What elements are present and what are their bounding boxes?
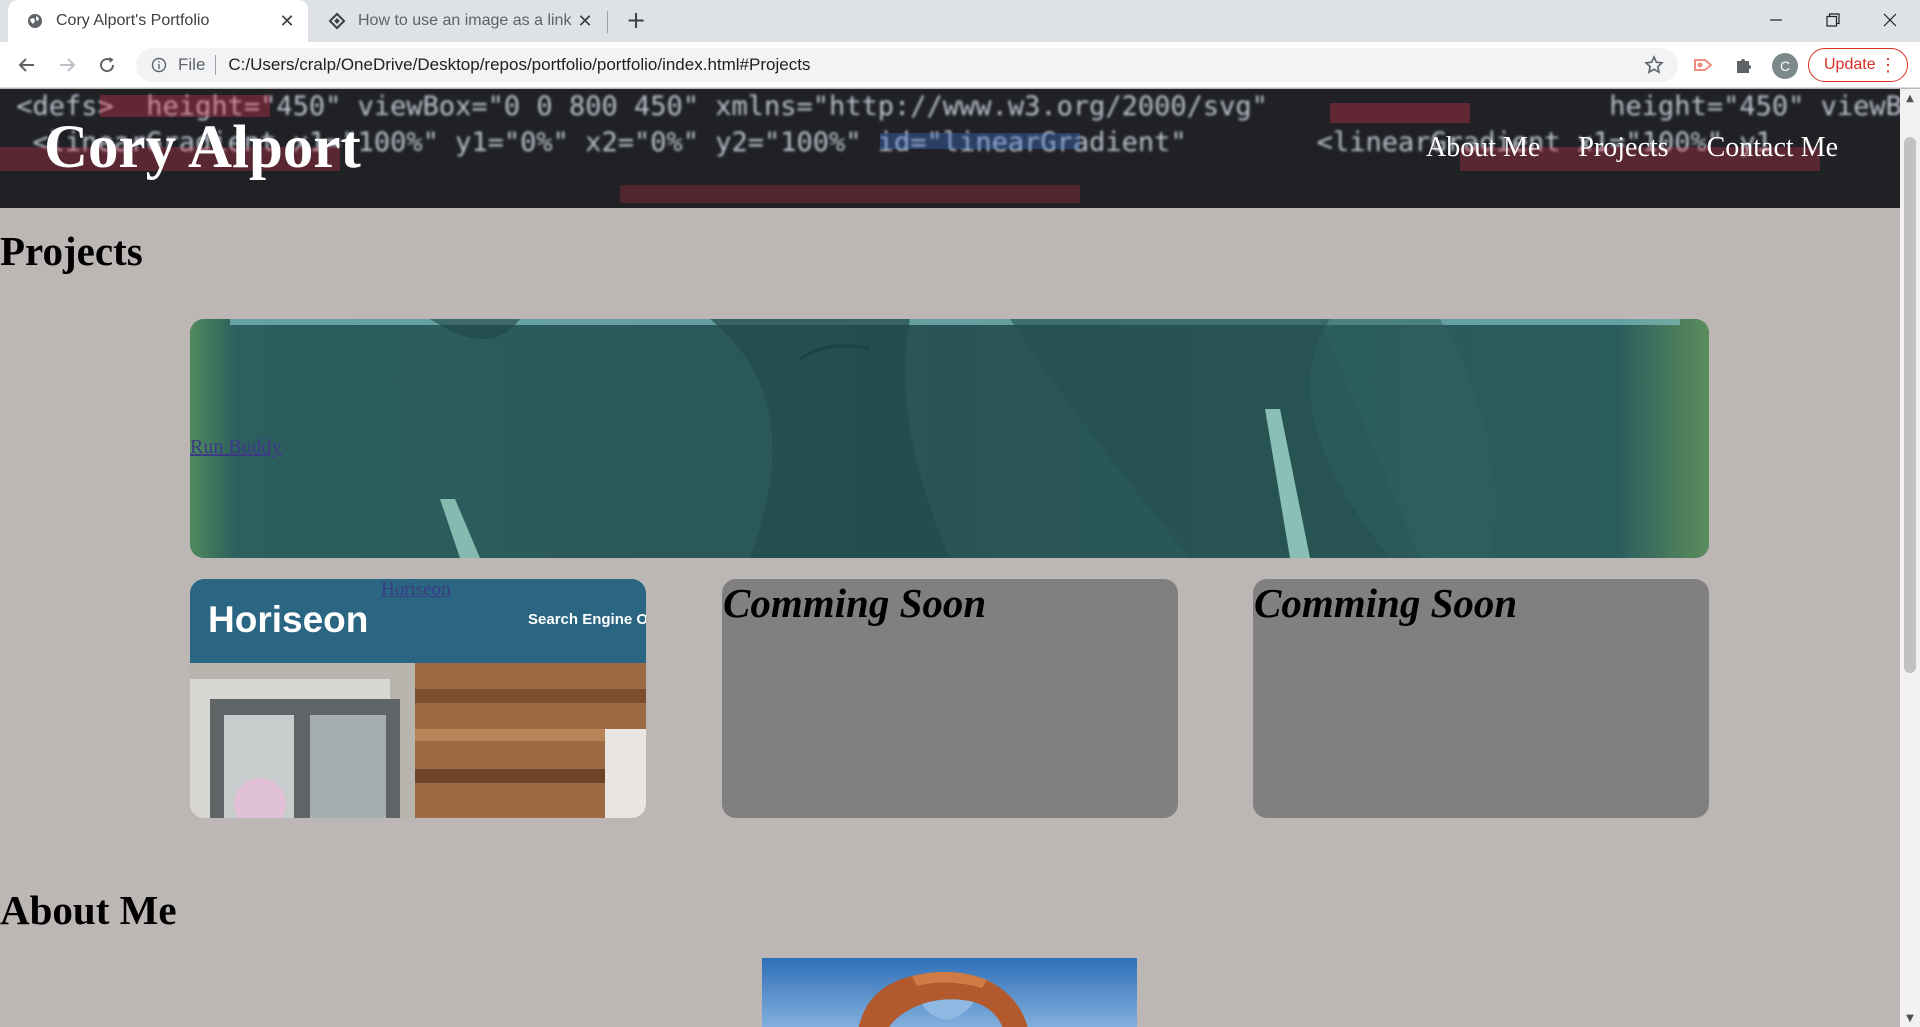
extension-cast-icon[interactable] [1690, 52, 1716, 78]
tab-title: Cory Alport's Portfolio [56, 12, 210, 29]
forward-arrow-icon[interactable] [52, 50, 82, 80]
nav-projects[interactable]: Projects [1578, 132, 1668, 164]
coming-soon-heading: Comming Soon [1254, 580, 1518, 626]
browser-tab-strip: Cory Alport's Portfolio ✕ How to use an … [0, 0, 1920, 42]
horiseon-link[interactable]: Horiseon [381, 579, 451, 601]
scroll-down-arrow-icon[interactable]: ▼ [1900, 1009, 1920, 1027]
bookmark-star-icon[interactable] [1642, 53, 1666, 77]
site-title: Cory Alport [44, 114, 361, 181]
restore-icon[interactable] [1805, 0, 1861, 40]
runner-photo [190, 319, 1709, 558]
window-close-icon[interactable] [1862, 0, 1918, 40]
projects-heading: Projects [0, 228, 143, 274]
browser-toolbar: File C:/Users/cralp/OneDrive/Desktop/rep… [0, 42, 1920, 88]
address-divider [215, 55, 217, 75]
page-scrollbar[interactable]: ▲ ▼ [1900, 89, 1920, 1027]
horiseon-project-card[interactable]: Horiseon Search Engine Op [190, 579, 646, 818]
tab-divider [607, 11, 608, 33]
close-tab-icon[interactable]: ✕ [276, 10, 298, 32]
close-tab-icon[interactable]: ✕ [574, 10, 596, 32]
coming-soon-card: Comming Soon [1253, 579, 1709, 818]
reload-icon[interactable] [92, 50, 122, 80]
scroll-up-arrow-icon[interactable]: ▲ [1900, 89, 1920, 107]
site-nav: About Me Projects Contact Me [1426, 132, 1838, 164]
url-text[interactable]: C:/Users/cralp/OneDrive/Desktop/repos/po… [228, 55, 1642, 75]
nav-about-me[interactable]: About Me [1426, 132, 1540, 164]
scrollbar-thumb[interactable] [1904, 137, 1916, 673]
about-me-heading: About Me [0, 887, 177, 933]
horiseon-image-subtitle: Search Engine Op [528, 611, 646, 628]
coming-soon-heading: Comming Soon [723, 580, 987, 626]
scheme-label: File [178, 55, 206, 74]
run-buddy-link[interactable]: Run Buddy [190, 436, 282, 459]
run-buddy-project-card[interactable]: Run Buddy [190, 319, 1709, 558]
globe-icon [26, 12, 44, 30]
new-tab-plus-icon[interactable]: + [622, 6, 650, 34]
back-arrow-icon[interactable] [12, 50, 42, 80]
info-icon[interactable] [150, 56, 168, 74]
about-me-photo [762, 958, 1137, 1027]
tab-portfolio[interactable]: Cory Alport's Portfolio ✕ [8, 0, 308, 42]
update-label: Update [1824, 56, 1876, 73]
tab-title: How to use an image as a link in [358, 12, 574, 29]
site-header: <defs> height="450" viewBox="0 0 800 450… [0, 89, 1900, 208]
address-bar[interactable]: File C:/Users/cralp/OneDrive/Desktop/rep… [136, 48, 1678, 82]
coming-soon-card: Comming Soon [722, 579, 1178, 818]
extensions-puzzle-icon[interactable] [1731, 52, 1757, 78]
arch-landscape-photo [762, 958, 1137, 1027]
horiseon-image-title: Horiseon [208, 599, 369, 640]
tab-image-link-article[interactable]: How to use an image as a link in ✕ [310, 0, 606, 42]
profile-avatar[interactable]: C [1772, 53, 1798, 79]
update-button[interactable]: Update ⋮ [1808, 48, 1908, 82]
menu-dots-icon[interactable]: ⋮ [1879, 55, 1897, 75]
nav-contact-me[interactable]: Contact Me [1707, 132, 1838, 164]
diamond-logo-icon [328, 12, 346, 30]
page-viewport: <defs> height="450" viewBox="0 0 800 450… [0, 89, 1900, 1027]
minimize-icon[interactable] [1748, 0, 1804, 40]
